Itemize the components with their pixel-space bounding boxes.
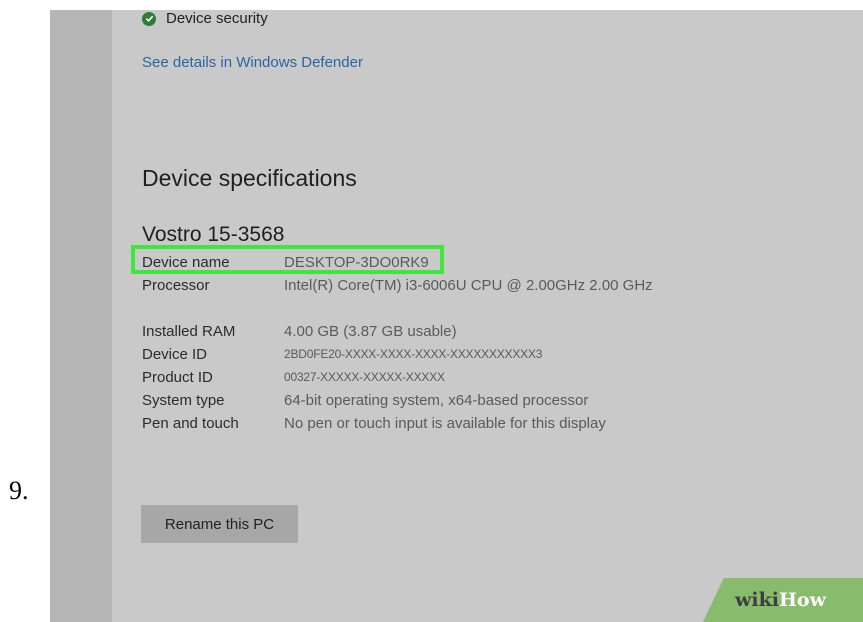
device-security-label: Device security [166,10,268,27]
check-icon [142,11,156,26]
step-number: 9. [9,476,29,505]
device-model: Vostro 15-3568 [142,223,285,242]
device-security-row: Device security [142,10,268,27]
spec-value: No pen or touch input is available for t… [284,415,606,432]
spec-row-processor: Processor Intel(R) Core(TM) i3-6006U CPU… [142,274,684,320]
spec-value: 64-bit operating system, x64-based proce… [284,392,589,409]
spec-label: Processor [142,277,210,294]
settings-screenshot: Device security See details in Windows D… [50,10,863,622]
spec-row-installed-ram: Installed RAM 4.00 GB (3.87 GB usable) [142,320,684,343]
spec-value: Intel(R) Core(TM) i3-6006U CPU @ 2.00GHz… [284,277,653,294]
rename-pc-button[interactable]: Rename this PC [141,505,298,543]
spec-row-system-type: System type 64-bit operating system, x64… [142,389,684,412]
spec-value: 00327-XXXXX-XXXXX-XXXXX [284,370,445,384]
wikihow-watermark: wikiHow [703,578,863,622]
spec-row-product-id: Product ID 00327-XXXXX-XXXXX-XXXXX [142,366,684,389]
windows-defender-link[interactable]: See details in Windows Defender [142,54,363,71]
spec-label: Pen and touch [142,415,239,432]
spec-label: Installed RAM [142,323,236,340]
left-nav-strip [50,10,112,622]
spec-value: 4.00 GB (3.87 GB usable) [284,323,457,340]
wikihow-logo-wiki: wiki [735,589,779,611]
spec-label: Device ID [142,346,208,363]
about-content: Device security See details in Windows D… [131,10,863,622]
spec-row-device-id: Device ID 2BD0FE20-XXXX-XXXX-XXXX-XXXXXX… [142,343,684,366]
spec-value: 2BD0FE20-XXXX-XXXX-XXXX-XXXXXXXXXXX3 [284,347,543,361]
wikihow-logo-text: wikiHow [735,589,826,611]
wikihow-logo-how: How [778,589,826,611]
spec-label: Product ID [142,369,213,386]
device-specifications-heading: Device specifications [142,165,357,191]
device-name-highlight-box [131,245,444,274]
spec-label: System type [142,392,225,409]
specs-table: Device name DESKTOP-3DO0RK9 Processor In… [142,251,684,435]
spec-row-pen-and-touch: Pen and touch No pen or touch input is a… [142,412,684,435]
